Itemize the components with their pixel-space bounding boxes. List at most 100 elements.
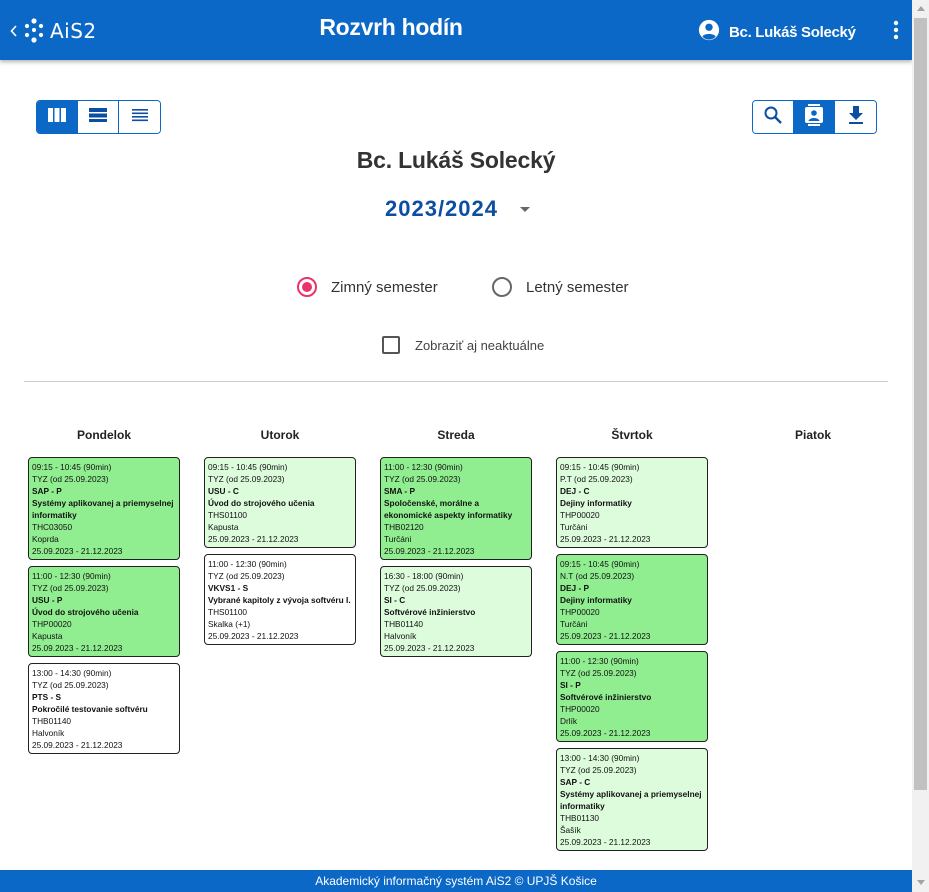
- download-icon: [847, 105, 865, 130]
- class-subject: Úvod do strojového učenia: [208, 498, 315, 508]
- action-button-group: [752, 100, 877, 134]
- class-room: THB01130: [560, 813, 600, 823]
- search-button[interactable]: [753, 101, 794, 133]
- class-card[interactable]: 09:15 - 10:45 (90min) TYZ (od 25.09.2023)…: [204, 457, 356, 548]
- class-card[interactable]: 11:00 - 12:30 (90min) TYZ (od 25.09.2023)…: [556, 651, 708, 742]
- class-code: USU - C: [208, 486, 239, 496]
- class-teacher: Kapusta: [32, 631, 63, 641]
- class-time: 11:00 - 12:30 (90min): [208, 559, 287, 569]
- class-dates: 25.09.2023 - 21.12.2023: [560, 631, 651, 641]
- view-rows-button[interactable]: [78, 101, 119, 133]
- class-card[interactable]: 09:15 - 10:45 (90min) N.T (od 25.09.2023)…: [556, 554, 708, 645]
- class-card[interactable]: 13:00 - 14:30 (90min) TYZ (od 25.09.2023)…: [28, 663, 180, 754]
- class-teacher: Drlík: [560, 716, 578, 726]
- list-icon: [130, 107, 150, 128]
- scrollbar-thumb[interactable]: [914, 18, 927, 790]
- class-teacher: Halvoník: [32, 728, 65, 738]
- class-time: 13:00 - 14:30 (90min): [560, 753, 640, 763]
- user-name: Bc. Lukáš Solecký: [729, 24, 856, 41]
- class-room: THS01100: [208, 607, 248, 617]
- class-code: SI - P: [560, 680, 581, 690]
- class-time: 13:00 - 14:30 (90min): [32, 668, 112, 678]
- class-teacher: Koprda: [32, 534, 59, 544]
- class-teacher: Turčáni: [384, 534, 412, 544]
- class-time: 11:00 - 12:30 (90min): [32, 571, 111, 581]
- class-code: SMA - P: [384, 486, 416, 496]
- view-columns-button[interactable]: [37, 101, 78, 133]
- class-dates: 25.09.2023 - 21.12.2023: [560, 534, 651, 544]
- class-time: 09:15 - 10:45 (90min): [560, 559, 640, 569]
- academic-year-select[interactable]: 2023/2024: [385, 193, 530, 225]
- class-week: TYZ (od 25.09.2023): [208, 571, 285, 581]
- class-subject: Spoločenské, morálne a ekonomické aspekt…: [384, 498, 513, 520]
- class-dates: 25.09.2023 - 21.12.2023: [384, 546, 475, 556]
- show-inactive-checkbox[interactable]: Zobraziť aj neaktuálne: [382, 336, 544, 354]
- scroll-down-arrow[interactable]: [917, 880, 925, 885]
- class-room: THB02120: [384, 522, 424, 532]
- rows-icon: [88, 107, 108, 128]
- contact-card-icon: [804, 103, 824, 131]
- account-circle-icon: [698, 19, 720, 46]
- class-room: THC03050: [32, 522, 73, 532]
- scroll-up-arrow[interactable]: [917, 6, 925, 11]
- class-room: THP00020: [560, 704, 600, 714]
- day-header: Piatok: [794, 428, 831, 442]
- columns-icon: [47, 107, 67, 128]
- class-card[interactable]: 09:15 - 10:45 (90min) TYZ (od 25.09.2023)…: [28, 457, 180, 560]
- academic-year-value: 2023/2024: [385, 196, 498, 221]
- search-icon: [763, 105, 783, 130]
- class-week: TYZ (od 25.09.2023): [384, 474, 461, 484]
- class-teacher: Skalka (+1): [208, 619, 251, 629]
- class-week: TYZ (od 25.09.2023): [32, 680, 109, 690]
- class-time: 09:15 - 10:45 (90min): [32, 462, 112, 472]
- class-subject: Vybrané kapitoly z vývoja softvéru I.: [208, 595, 351, 605]
- dropdown-caret-icon: [520, 206, 530, 212]
- class-teacher: Kapusta: [208, 522, 239, 532]
- class-subject: Úvod do strojového učenia: [32, 607, 139, 617]
- summer-semester-radio[interactable]: Letný semester: [492, 277, 629, 297]
- class-card[interactable]: 13:00 - 14:30 (90min) TYZ (od 25.09.2023)…: [556, 748, 708, 851]
- class-time: 16:30 - 18:00 (90min): [384, 571, 464, 581]
- class-subject: Dejiny informatiky: [560, 595, 632, 605]
- checkbox-unchecked-icon: [382, 336, 400, 354]
- view-list-button[interactable]: [119, 101, 160, 133]
- class-week: TYZ (od 25.09.2023): [208, 474, 285, 484]
- class-card[interactable]: 11:00 - 12:30 (90min) TYZ (od 25.09.2023)…: [204, 554, 356, 645]
- class-code: SI - C: [384, 595, 406, 605]
- class-room: THS01100: [208, 510, 248, 520]
- footer: Akademický informačný systém AiS2 © UPJŠ…: [0, 870, 912, 892]
- class-subject: Systémy aplikovanej a priemyselnej infor…: [560, 789, 702, 811]
- class-subject: Softvérové inžinierstvo: [384, 607, 476, 617]
- class-room: THP00020: [560, 510, 600, 520]
- class-week: TYZ (od 25.09.2023): [32, 474, 109, 484]
- class-room: THP00020: [32, 619, 72, 629]
- class-card[interactable]: 16:30 - 18:00 (90min) TYZ (od 25.09.2023)…: [380, 566, 532, 657]
- class-week: N.T (od 25.09.2023): [560, 571, 635, 581]
- download-button[interactable]: [835, 101, 876, 133]
- class-teacher: Turčáni: [560, 619, 588, 629]
- class-teacher: Halvoník: [384, 631, 417, 641]
- class-card[interactable]: 11:00 - 12:30 (90min) TYZ (od 25.09.2023)…: [28, 566, 180, 657]
- class-dates: 25.09.2023 - 21.12.2023: [384, 643, 475, 653]
- class-code: VKVS1 - S: [208, 583, 249, 593]
- user-menu[interactable]: Bc. Lukáš Solecký: [698, 19, 856, 46]
- more-vert-icon[interactable]: [886, 18, 906, 42]
- class-room: THB01140: [32, 716, 72, 726]
- class-card[interactable]: 09:15 - 10:45 (90min) P.T (od 25.09.2023)…: [556, 457, 708, 548]
- day-header: Utorok: [260, 428, 300, 442]
- class-code: SAP - P: [32, 486, 62, 496]
- class-code: PTS - S: [32, 692, 62, 702]
- class-week: P.T (od 25.09.2023): [560, 474, 633, 484]
- class-time: 11:00 - 12:30 (90min): [384, 462, 463, 472]
- class-card[interactable]: 11:00 - 12:30 (90min) TYZ (od 25.09.2023)…: [380, 457, 532, 560]
- class-room: THP00020: [560, 607, 600, 617]
- contact-card-button[interactable]: [794, 101, 835, 133]
- class-room: THB01140: [384, 619, 424, 629]
- radio-checked-icon: [297, 277, 317, 297]
- class-week: TYZ (od 25.09.2023): [560, 765, 637, 775]
- student-name: Bc. Lukáš Solecký: [356, 147, 556, 173]
- radio-unchecked-icon: [492, 277, 512, 297]
- class-dates: 25.09.2023 - 21.12.2023: [32, 546, 123, 556]
- winter-semester-radio[interactable]: Zimný semester: [297, 277, 438, 297]
- class-subject: Dejiny informatiky: [560, 498, 632, 508]
